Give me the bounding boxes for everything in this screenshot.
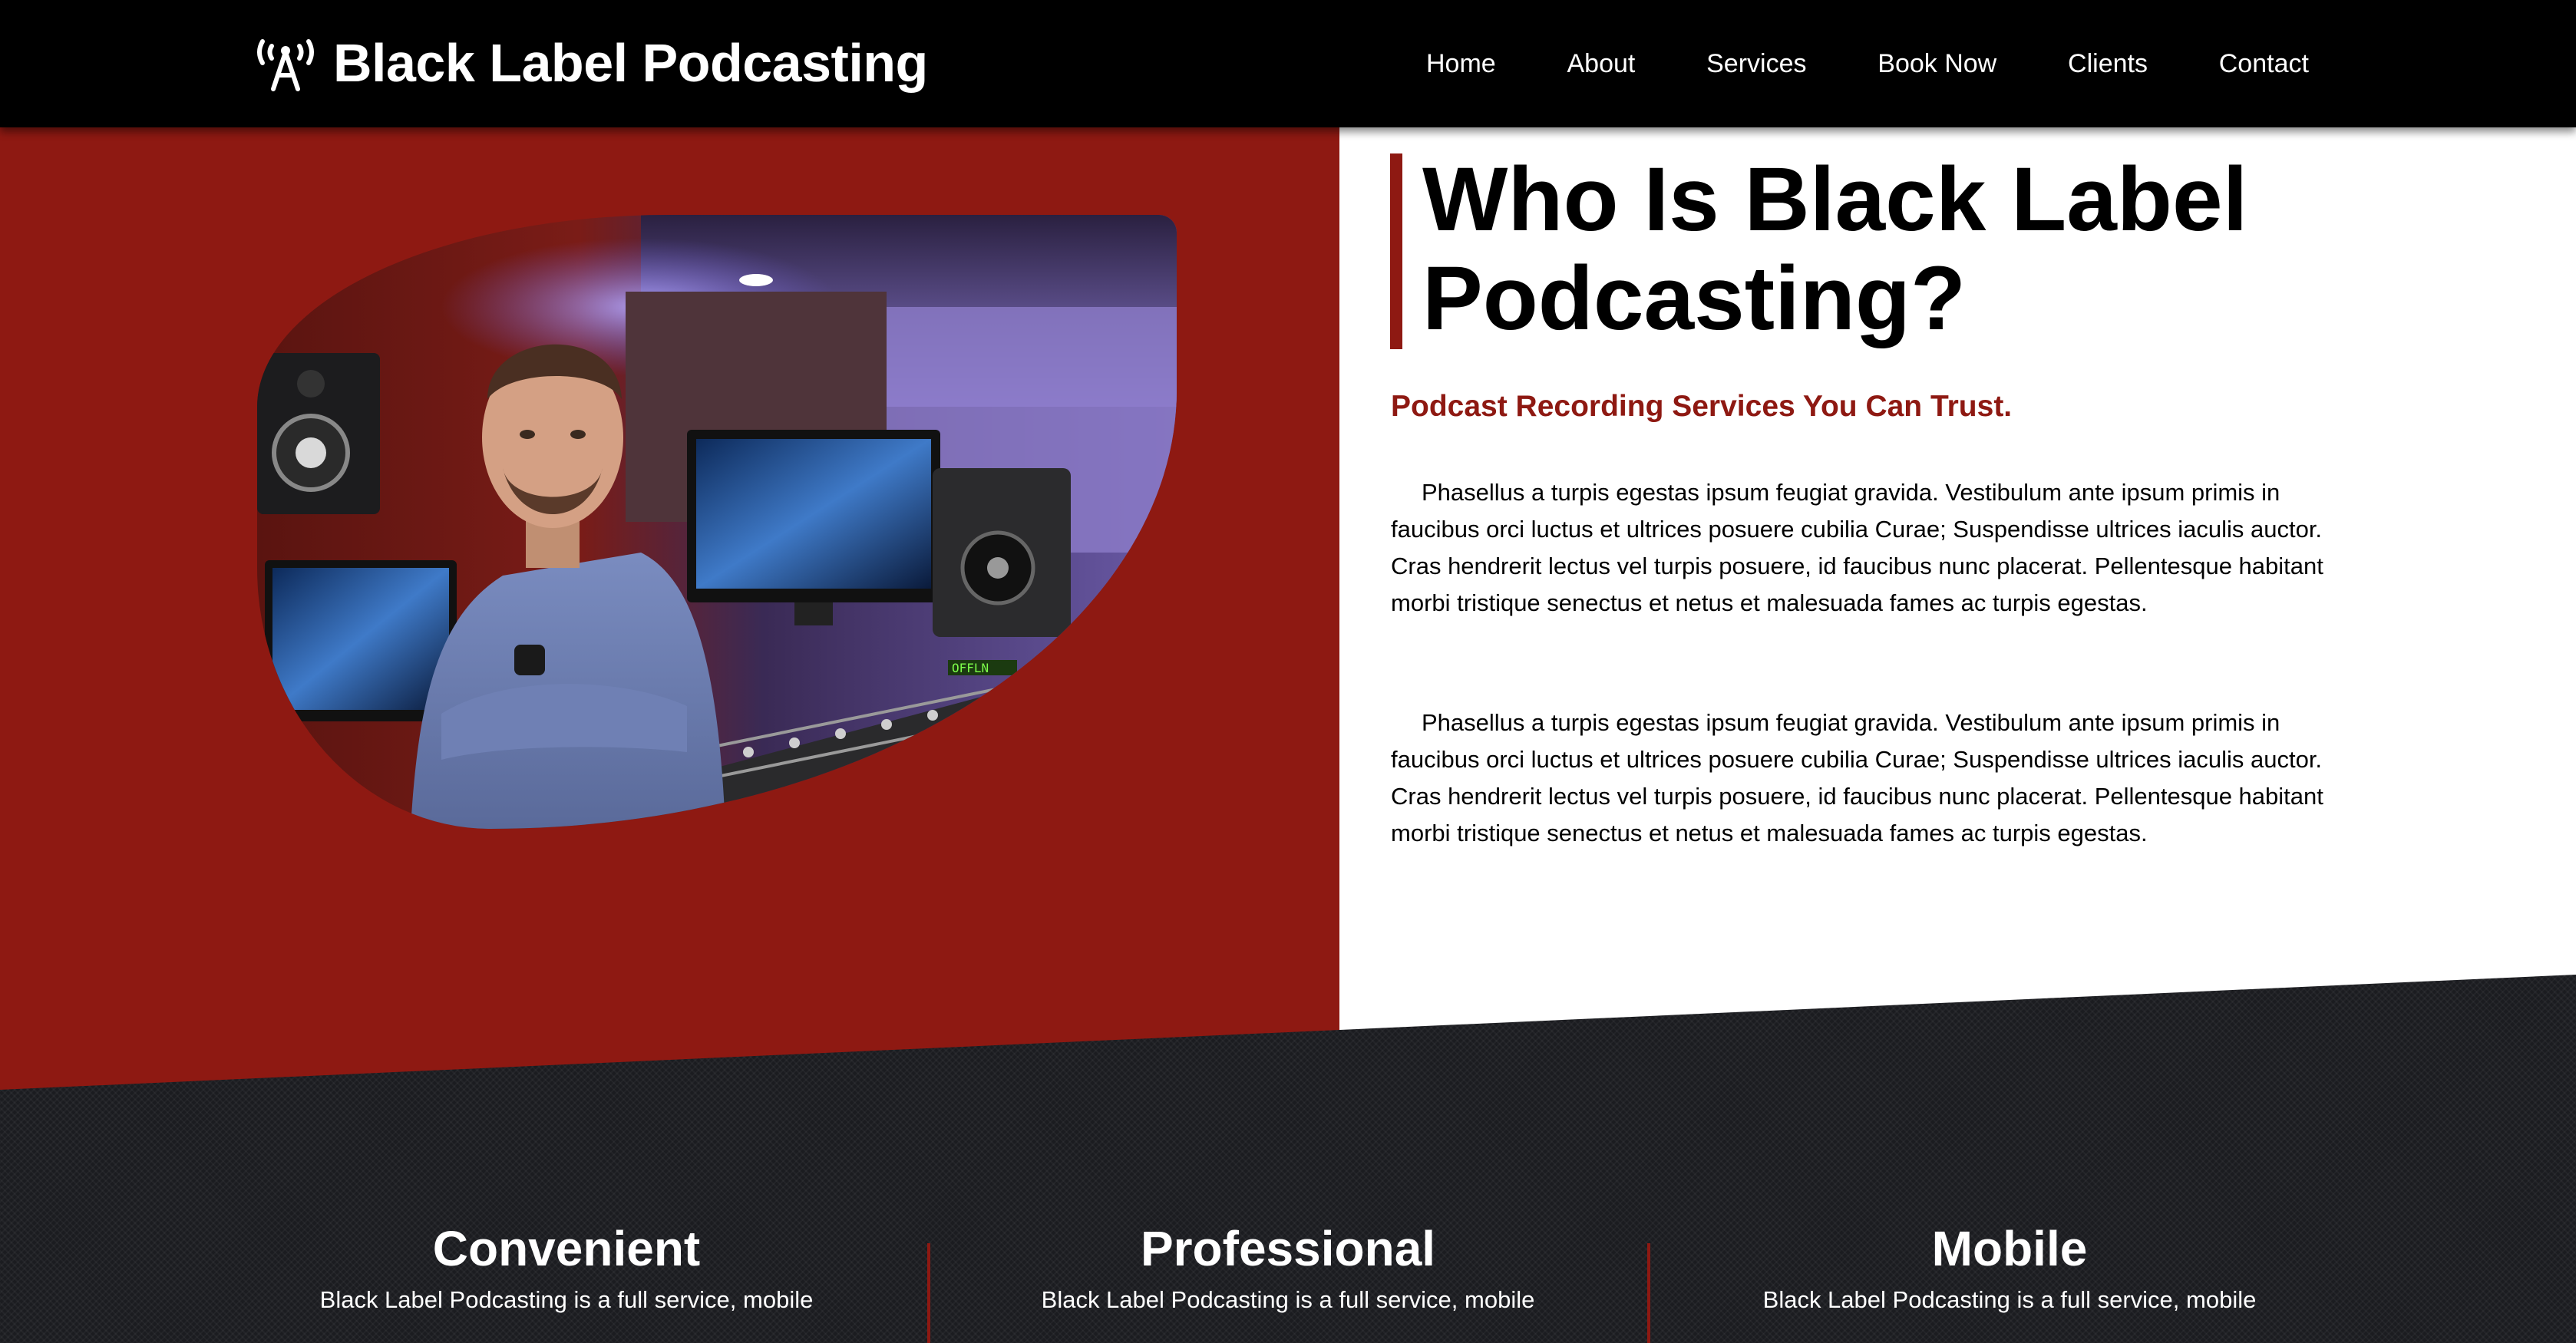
page-title: Who Is Black Label Podcasting?	[1422, 149, 2248, 349]
feature-text: Black Label Podcasting is a full service…	[1041, 1286, 1535, 1313]
hero-paragraph-2: Phasellus a turpis egestas ipsum feugiat…	[1391, 709, 2323, 846]
hero-subheading: Podcast Recording Services You Can Trust…	[1391, 390, 2013, 423]
nav-services[interactable]: Services	[1706, 49, 1806, 79]
feature-convenient: Convenient Black Label Podcasting is a f…	[206, 1214, 927, 1317]
feature-title: Professional	[1140, 1221, 1436, 1276]
feature-professional: Professional Black Label Podcasting is a…	[927, 1214, 1649, 1317]
feature-title: Convenient	[432, 1221, 701, 1276]
svg-text:OFFLN: OFFLN	[952, 661, 989, 675]
page: Black Label Podcasting Home About Servic…	[0, 0, 2576, 1343]
nav-book-now[interactable]: Book Now	[1878, 49, 1996, 79]
feature-text: Black Label Podcasting is a full service…	[1762, 1286, 2257, 1313]
feature-text: Black Label Podcasting is a full service…	[319, 1286, 814, 1313]
feature-title: Mobile	[1931, 1221, 2088, 1276]
feature-mobile: Mobile Black Label Podcasting is a full …	[1649, 1214, 2370, 1317]
broadcast-tower-icon	[257, 39, 314, 91]
nav-clients[interactable]: Clients	[2068, 49, 2148, 79]
brand-logo-link[interactable]: Black Label Podcasting	[252, 28, 928, 98]
main-nav: Home About Services Book Now Clients Con…	[1426, 43, 2309, 84]
heading-accent-bar	[1390, 153, 1402, 349]
brand-name: Black Label Podcasting	[333, 33, 928, 93]
site-header: Black Label Podcasting Home About Servic…	[0, 0, 2576, 127]
nav-home[interactable]: Home	[1426, 49, 1496, 79]
nav-about[interactable]: About	[1567, 49, 1635, 79]
hero-paragraph-1: Phasellus a turpis egestas ipsum feugiat…	[1391, 479, 2323, 616]
nav-contact[interactable]: Contact	[2219, 49, 2309, 79]
